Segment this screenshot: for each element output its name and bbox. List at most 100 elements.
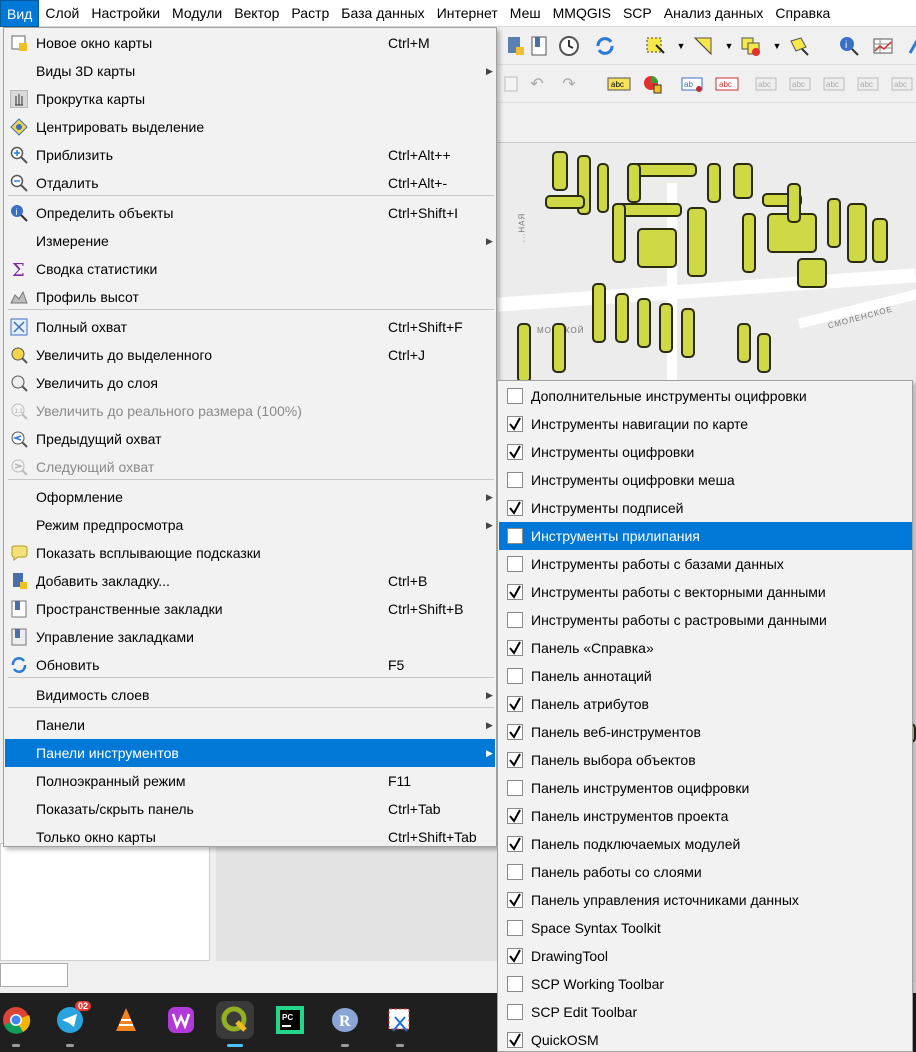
menubar-item[interactable]: Настройки (85, 0, 166, 27)
view-menu-item[interactable]: Управление закладками (5, 623, 495, 651)
wps-icon[interactable] (162, 1001, 200, 1039)
checkbox-unchecked[interactable] (507, 976, 523, 992)
menubar-item[interactable]: SCP (617, 0, 658, 27)
checkbox-unchecked[interactable] (507, 528, 523, 544)
view-menu-item[interactable]: Пространственные закладки Ctrl+Shift+B (5, 595, 495, 623)
menubar-item[interactable]: Справка (769, 0, 836, 27)
toolbar-toggle-item[interactable]: Инструменты оцифровки меша (499, 466, 912, 494)
checkbox-checked[interactable] (507, 836, 523, 852)
toolbar-toggle-item[interactable]: Панель работы со слоями (499, 858, 912, 886)
new-bookmark-icon[interactable] (503, 34, 527, 58)
checkbox-checked[interactable] (507, 752, 523, 768)
undo-icon[interactable]: ↶ (525, 72, 549, 96)
checkbox-unchecked[interactable] (507, 920, 523, 936)
toolbar-toggle-item[interactable]: Панель инструментов оцифровки (499, 774, 912, 802)
menubar-item[interactable]: Вид (0, 0, 40, 27)
label-change-icon[interactable]: abc (823, 72, 847, 96)
view-menu-item[interactable]: Σ Сводка статистики (5, 255, 495, 283)
label-property-icon[interactable]: abc (891, 72, 915, 96)
toolbar-toggle-item[interactable]: DrawingTool (499, 942, 912, 970)
label-pin-ghost-icon[interactable]: abc (857, 72, 881, 96)
view-menu-item[interactable]: Отдалить Ctrl+Alt+- (5, 169, 495, 197)
toolbar-toggle-item[interactable]: Инструменты навигации по карте (499, 410, 912, 438)
checkbox-unchecked[interactable] (507, 864, 523, 880)
checkbox-unchecked[interactable] (507, 668, 523, 684)
toolbar-toggle-item[interactable]: Инструменты подписей (499, 494, 912, 522)
checkbox-checked[interactable] (507, 416, 523, 432)
measure-icon[interactable] (901, 34, 916, 58)
chevron-down-icon[interactable]: ▼ (717, 34, 741, 58)
view-menu-item[interactable]: Центрировать выделение (5, 113, 495, 141)
view-menu-item[interactable]: i Определить объекты Ctrl+Shift+I (5, 199, 495, 227)
redo-icon[interactable]: ↷ (557, 72, 581, 96)
toolbar-toggle-item[interactable]: Инструменты работы с базами данных (499, 550, 912, 578)
menubar-item[interactable]: Меш (504, 0, 547, 27)
pycharm-icon[interactable]: PC (271, 1001, 309, 1039)
view-menu-item[interactable]: Обновить F5 (5, 651, 495, 679)
view-menu-item[interactable]: Полноэкранный режим F11 (5, 767, 495, 795)
menubar-item[interactable]: Интернет (431, 0, 504, 27)
toolbar-toggle-item[interactable]: SCP Working Toolbar (499, 970, 912, 998)
label-move-icon[interactable]: abc (755, 72, 779, 96)
menubar-item[interactable]: Растр (285, 0, 335, 27)
view-menu-item[interactable]: Режим предпросмотра ▶ (5, 511, 495, 539)
checkbox-unchecked[interactable] (507, 780, 523, 796)
temporal-controller-icon[interactable] (557, 34, 581, 58)
view-menu-item[interactable]: Измерение ▶ (5, 227, 495, 255)
toolbar-toggle-item[interactable]: Панель «Справка» (499, 634, 912, 662)
checkbox-checked[interactable] (507, 948, 523, 964)
r-icon[interactable]: R (326, 1001, 364, 1047)
diagram-icon[interactable] (641, 72, 665, 96)
select-location-icon[interactable] (787, 34, 811, 58)
view-menu-item[interactable]: Увеличить до слоя (5, 369, 495, 397)
view-menu-item[interactable]: Профиль высот (5, 283, 495, 311)
checkbox-checked[interactable] (507, 444, 523, 460)
label-rotate-icon[interactable]: abc (789, 72, 813, 96)
toolbar-toggle-item[interactable]: QuickOSM (499, 1026, 912, 1052)
label-pin-icon[interactable]: ab (681, 72, 705, 96)
checkbox-checked[interactable] (507, 1032, 523, 1048)
view-menu-item[interactable]: Новое окно карты Ctrl+M (5, 29, 495, 57)
label-show-hide-icon[interactable]: abc (715, 72, 739, 96)
checkbox-unchecked[interactable] (507, 556, 523, 572)
menubar-item[interactable]: Слой (39, 0, 85, 27)
select-by-value-icon[interactable] (691, 34, 715, 58)
telegram-icon[interactable]: 02 (51, 1001, 91, 1047)
view-menu-item[interactable]: Панели ▶ (5, 711, 495, 739)
checkbox-unchecked[interactable] (507, 388, 523, 404)
view-menu-item[interactable]: Предыдущий охват (5, 425, 495, 453)
identify-icon[interactable]: i (837, 34, 861, 58)
menubar-item[interactable]: База данных (335, 0, 430, 27)
checkbox-checked[interactable] (507, 892, 523, 908)
checkbox-checked[interactable] (507, 500, 523, 516)
toolbar-toggle-item[interactable]: Панель веб-инструментов (499, 718, 912, 746)
menubar-item[interactable]: MMQGIS (547, 0, 617, 27)
locator-input[interactable] (0, 963, 68, 987)
toolbar-toggle-item[interactable]: SCP Edit Toolbar (499, 998, 912, 1026)
checkbox-checked[interactable] (507, 696, 523, 712)
menubar-item[interactable]: Анализ данных (658, 0, 770, 27)
toolbar-toggle-item[interactable]: Инструменты прилипания (499, 522, 912, 550)
toolbar-toggle-item[interactable]: Инструменты работы с растровыми данными (499, 606, 912, 634)
toggle-editing-icon[interactable] (499, 72, 523, 96)
chrome-icon[interactable] (0, 1001, 35, 1047)
chevron-down-icon[interactable]: ▼ (669, 34, 693, 58)
toolbar-toggle-item[interactable]: Панель управления источниками данных (499, 886, 912, 914)
view-menu-item[interactable]: Добавить закладку... Ctrl+B (5, 567, 495, 595)
refresh-icon[interactable] (593, 34, 617, 58)
menubar-item[interactable]: Модули (166, 0, 228, 27)
toolbar-toggle-item[interactable]: Панель подключаемых модулей (499, 830, 912, 858)
toolbar-toggle-item[interactable]: Панель инструментов проекта (499, 802, 912, 830)
label-toolbar-icon[interactable]: abc (607, 72, 631, 96)
menubar-item[interactable]: Вектор (228, 0, 285, 27)
select-features-icon[interactable] (643, 34, 667, 58)
toolbar-toggle-item[interactable]: Панель атрибутов (499, 690, 912, 718)
toolbar-toggle-item[interactable]: Инструменты оцифровки (499, 438, 912, 466)
checkbox-checked[interactable] (507, 808, 523, 824)
checkbox-checked[interactable] (507, 584, 523, 600)
view-menu-item[interactable]: Приблизить Ctrl+Alt++ (5, 141, 495, 169)
chevron-down-icon[interactable]: ▼ (765, 34, 789, 58)
checkbox-checked[interactable] (507, 724, 523, 740)
toolbar-toggle-item[interactable]: Инструменты работы с векторными данными (499, 578, 912, 606)
toolbar-toggle-item[interactable]: Панель выбора объектов (499, 746, 912, 774)
